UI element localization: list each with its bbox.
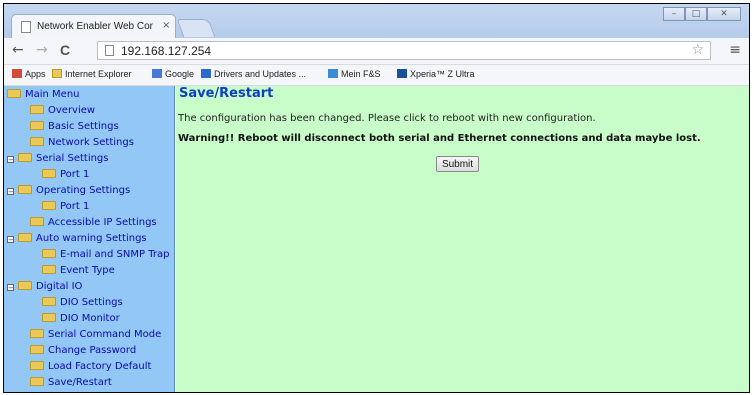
- folder-open-icon: [18, 153, 32, 162]
- sidebar-item-load-factory-default[interactable]: Load Factory Default: [30, 360, 151, 374]
- sidebar-item-operating-port-1[interactable]: Port 1: [42, 200, 89, 214]
- folder-icon: [30, 329, 44, 338]
- folder-open-icon: [18, 185, 32, 194]
- main-content: Save/Restart The configuration has been …: [176, 86, 749, 392]
- folder-icon: [30, 137, 44, 146]
- sidebar-item-serial-command-mode[interactable]: Serial Command Mode: [30, 328, 161, 342]
- sidebar-item-dio-monitor[interactable]: DIO Monitor: [42, 312, 120, 326]
- bookmark-apps[interactable]: Apps: [12, 69, 46, 79]
- folder-icon: [30, 361, 44, 370]
- folder-icon: [30, 105, 44, 114]
- browser-toolbar: ← → C 192.168.127.254 ☆ ≡: [4, 38, 749, 65]
- browser-tab[interactable]: Network Enabler Web Cor ×: [11, 14, 176, 38]
- sidebar-item-serial-settings[interactable]: Serial Settings: [18, 152, 109, 166]
- window-controls: – □ ✕: [663, 7, 741, 23]
- collapse-operating-settings-icon[interactable]: −: [7, 188, 14, 196]
- back-arrow-icon[interactable]: ←: [12, 42, 24, 58]
- new-tab-button[interactable]: [176, 19, 216, 37]
- submit-button[interactable]: Submit: [436, 156, 479, 172]
- sidebar-item-serial-port-1[interactable]: Port 1: [42, 168, 89, 182]
- browser-window: Network Enabler Web Cor × – □ ✕ ← → C 19…: [3, 3, 750, 393]
- bookmark-google[interactable]: Google: [152, 69, 194, 79]
- page-favicon-icon: [21, 21, 31, 33]
- folder-icon: [30, 345, 44, 354]
- sidebar-item-auto-warning-settings[interactable]: Auto warning Settings: [18, 232, 147, 246]
- sidebar-item-change-password[interactable]: Change Password: [30, 344, 136, 358]
- folder-icon: [42, 265, 56, 274]
- sidebar-item-accessible-ip-settings[interactable]: Accessible IP Settings: [30, 216, 157, 230]
- config-changed-message: The configuration has been changed. Plea…: [178, 113, 596, 124]
- close-window-button[interactable]: ✕: [707, 7, 741, 21]
- bookmark-mein-fs[interactable]: Mein F&S: [328, 69, 381, 79]
- folder-icon: [30, 217, 44, 226]
- sidebar-item-dio-settings[interactable]: DIO Settings: [42, 296, 123, 310]
- bookmarks-bar: Apps Internet Explorer Google Drivers an…: [4, 65, 749, 86]
- folder-icon: [30, 121, 44, 130]
- folder-open-icon: [7, 89, 21, 98]
- folder-open-icon: [18, 233, 32, 242]
- google-icon: [152, 69, 162, 78]
- sidebar-item-event-type[interactable]: Event Type: [42, 264, 115, 278]
- folder-icon: [42, 249, 56, 258]
- folder-open-icon: [18, 281, 32, 290]
- collapse-digital-io-icon[interactable]: −: [7, 284, 14, 292]
- bookmark-internet-explorer[interactable]: Internet Explorer: [52, 69, 132, 79]
- page-title: Save/Restart: [179, 86, 274, 101]
- tab-title: Network Enabler Web Cor: [37, 21, 153, 32]
- url-text[interactable]: 192.168.127.254: [121, 44, 211, 58]
- minimize-button[interactable]: –: [663, 7, 685, 21]
- sidebar-item-network-settings[interactable]: Network Settings: [30, 136, 134, 150]
- browser-menu-icon[interactable]: ≡: [729, 42, 741, 58]
- sidebar-menu: Main Menu Overview Basic Settings Networ…: [4, 86, 175, 392]
- page-icon: [105, 45, 114, 56]
- folder-icon: [42, 201, 56, 210]
- folder-icon: [52, 69, 62, 78]
- apps-grid-icon: [12, 69, 22, 78]
- collapse-serial-settings-icon[interactable]: −: [7, 156, 14, 164]
- maximize-button[interactable]: □: [685, 7, 707, 21]
- sidebar-item-overview[interactable]: Overview: [30, 104, 95, 118]
- address-bar[interactable]: 192.168.127.254 ☆: [97, 41, 711, 60]
- reload-icon[interactable]: C: [60, 42, 70, 58]
- folder-icon: [42, 297, 56, 306]
- sidebar-item-save-restart[interactable]: Save/Restart: [30, 376, 112, 390]
- sidebar-item-email-snmp-trap[interactable]: E-mail and SNMP Trap: [42, 248, 169, 262]
- folder-icon: [42, 313, 56, 322]
- folder-icon: [30, 377, 44, 386]
- forward-arrow-icon[interactable]: →: [36, 42, 48, 58]
- folder-icon: [42, 169, 56, 178]
- sidebar-item-basic-settings[interactable]: Basic Settings: [30, 120, 119, 134]
- sidebar-item-digital-io[interactable]: Digital IO: [18, 280, 82, 294]
- sidebar-item-operating-settings[interactable]: Operating Settings: [18, 184, 130, 198]
- bookmark-star-icon[interactable]: ☆: [691, 42, 704, 58]
- collapse-auto-warning-icon[interactable]: −: [7, 236, 14, 244]
- sidebar-item-main-menu[interactable]: Main Menu: [7, 88, 80, 102]
- fs-icon: [328, 69, 338, 78]
- xperia-icon: [397, 69, 407, 78]
- bookmark-xperia[interactable]: Xperia™ Z Ultra: [397, 69, 475, 79]
- reboot-warning: Warning!! Reboot will disconnect both se…: [178, 133, 701, 144]
- title-bar: Network Enabler Web Cor × – □ ✕: [4, 4, 749, 38]
- bookmark-drivers[interactable]: Drivers and Updates ...: [201, 69, 306, 79]
- drivers-icon: [201, 69, 211, 78]
- tab-close-icon[interactable]: ×: [162, 20, 170, 31]
